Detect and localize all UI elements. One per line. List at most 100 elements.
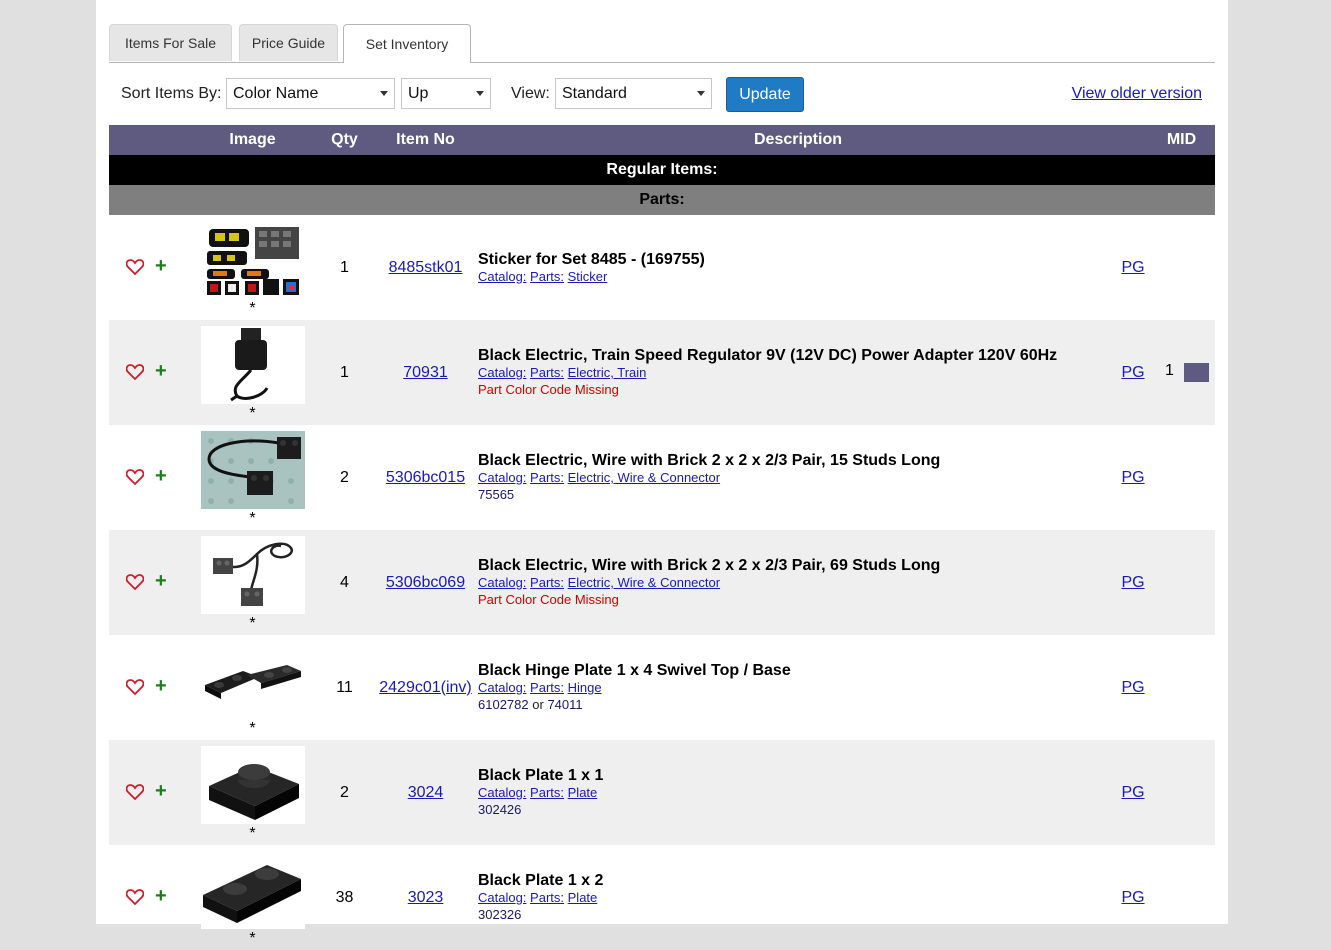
table-row: + xyxy=(109,215,1215,320)
sort-select[interactable]: Color Name xyxy=(226,78,395,109)
tab-price-guide[interactable]: Price Guide xyxy=(239,24,338,61)
header-qty: Qty xyxy=(316,125,373,155)
row-actions: + xyxy=(109,845,189,950)
item-name: Black Plate 1 x 1 xyxy=(478,767,604,784)
pg-link[interactable]: PG xyxy=(1121,889,1144,906)
parts-link[interactable]: Parts: xyxy=(530,470,564,485)
sort-label: Sort Items By: xyxy=(121,85,222,102)
category-link[interactable]: Electric, Wire & Connector xyxy=(568,575,720,590)
update-button[interactable]: Update xyxy=(726,77,804,112)
image-star: * xyxy=(249,929,256,947)
catalog-link[interactable]: Catalog: xyxy=(478,680,526,695)
item-thumbnail[interactable] xyxy=(200,430,305,509)
subsection-row: Parts: xyxy=(109,185,1215,215)
catalog-link[interactable]: Catalog: xyxy=(478,890,526,905)
mid-color-swatch xyxy=(1184,363,1209,382)
item-name: Black Electric, Train Speed Regulator 9V… xyxy=(478,347,1058,364)
plus-icon[interactable]: + xyxy=(155,571,167,591)
plus-icon[interactable]: + xyxy=(155,781,167,801)
plus-icon[interactable]: + xyxy=(155,466,167,486)
wire-brick-image xyxy=(200,430,305,509)
heart-icon[interactable] xyxy=(126,679,144,695)
item-thumbnail[interactable] xyxy=(200,850,305,929)
alternate-item-number-2: 74011 xyxy=(547,697,583,712)
view-older-version-link[interactable]: View older version xyxy=(1072,85,1202,103)
plus-icon[interactable]: + xyxy=(155,256,167,276)
item-no-link[interactable]: 2429c01 xyxy=(379,679,440,696)
row-image-cell: * xyxy=(189,320,316,425)
catalog-link[interactable]: Catalog: xyxy=(478,365,526,380)
pg-link[interactable]: PG xyxy=(1121,784,1144,801)
view-select[interactable]: Standard xyxy=(555,78,712,109)
item-no-cell: 70931 xyxy=(373,320,478,425)
parts-link[interactable]: Parts: xyxy=(530,575,564,590)
item-thumbnail[interactable] xyxy=(200,325,305,404)
heart-icon[interactable] xyxy=(126,889,144,905)
alternate-or: or xyxy=(532,697,544,712)
item-thumbnail[interactable] xyxy=(200,745,305,824)
parts-link[interactable]: Parts: xyxy=(530,680,564,695)
item-no-link[interactable]: 3024 xyxy=(408,784,444,801)
plate-1x2-image xyxy=(200,850,305,929)
plate-1x1-image xyxy=(200,745,305,824)
wire-brick-long-image xyxy=(200,535,305,614)
catalog-link[interactable]: Catalog: xyxy=(478,470,526,485)
heart-icon[interactable] xyxy=(126,784,144,800)
item-thumbnail[interactable] xyxy=(200,535,305,614)
item-thumbnail[interactable] xyxy=(200,220,305,299)
view-select-value: Standard xyxy=(562,85,627,102)
pg-link[interactable]: PG xyxy=(1121,574,1144,591)
mid-cell xyxy=(1148,635,1215,740)
description-cell: Black Electric, Train Speed Regulator 9V… xyxy=(478,320,1118,425)
heart-icon[interactable] xyxy=(126,574,144,590)
category-link[interactable]: Electric, Train xyxy=(568,365,647,380)
image-star: * xyxy=(249,719,256,737)
direction-select[interactable]: Up xyxy=(401,78,491,109)
catalog-link[interactable]: Catalog: xyxy=(478,575,526,590)
parts-link[interactable]: Parts: xyxy=(530,890,564,905)
item-no-link[interactable]: 70931 xyxy=(403,364,448,381)
item-thumbnail[interactable] xyxy=(200,640,305,719)
category-link[interactable]: Hinge xyxy=(568,680,602,695)
description-cell: Sticker for Set 8485 - (169755) Catalog:… xyxy=(478,215,1118,320)
catalog-link[interactable]: Catalog: xyxy=(478,785,526,800)
sticker-sheet-image xyxy=(202,222,303,297)
header-mid: MID xyxy=(1148,125,1215,155)
pg-link[interactable]: PG xyxy=(1121,364,1144,381)
pg-link[interactable]: PG xyxy=(1121,259,1144,276)
item-no-cell: 5306bc069 xyxy=(373,530,478,635)
plus-icon[interactable]: + xyxy=(155,361,167,381)
parts-link[interactable]: Parts: xyxy=(530,365,564,380)
item-name: Black Electric, Wire with Brick 2 x 2 x … xyxy=(478,557,941,574)
header-actions xyxy=(109,125,189,155)
category-link[interactable]: Sticker xyxy=(568,269,608,284)
tab-items-for-sale[interactable]: Items For Sale xyxy=(109,24,232,61)
item-no-link[interactable]: 5306bc069 xyxy=(386,574,465,591)
catalog-path: Catalog: Parts: Sticker xyxy=(478,268,1118,285)
row-image-cell: * xyxy=(189,740,316,845)
power-adapter-image xyxy=(200,325,305,404)
item-no-link[interactable]: 3023 xyxy=(408,889,444,906)
item-name: Sticker for Set 8485 - (169755) xyxy=(478,250,705,268)
category-link[interactable]: Plate xyxy=(568,785,598,800)
pg-link[interactable]: PG xyxy=(1121,469,1144,486)
pg-cell: PG xyxy=(1118,845,1148,950)
heart-icon[interactable] xyxy=(126,259,144,275)
category-link[interactable]: Electric, Wire & Connector xyxy=(568,470,720,485)
plus-icon[interactable]: + xyxy=(155,676,167,696)
heart-icon[interactable] xyxy=(126,469,144,485)
parts-link[interactable]: Parts: xyxy=(530,269,564,284)
inventory-link[interactable]: (inv) xyxy=(441,679,472,696)
item-no-link[interactable]: 8485stk01 xyxy=(389,259,463,276)
table-row: + * 4 5306bc069 Black Electric, Wire wit… xyxy=(109,530,1215,635)
category-link[interactable]: Plate xyxy=(568,890,598,905)
plus-icon[interactable]: + xyxy=(155,886,167,906)
header-item-no: Item No xyxy=(373,125,478,155)
catalog-link[interactable]: Catalog: xyxy=(478,269,526,284)
pg-link[interactable]: PG xyxy=(1121,679,1144,696)
mid-cell xyxy=(1148,530,1215,635)
tab-set-inventory[interactable]: Set Inventory xyxy=(343,24,471,63)
heart-icon[interactable] xyxy=(126,364,144,380)
item-no-link[interactable]: 5306bc015 xyxy=(386,469,465,486)
parts-link[interactable]: Parts: xyxy=(530,785,564,800)
